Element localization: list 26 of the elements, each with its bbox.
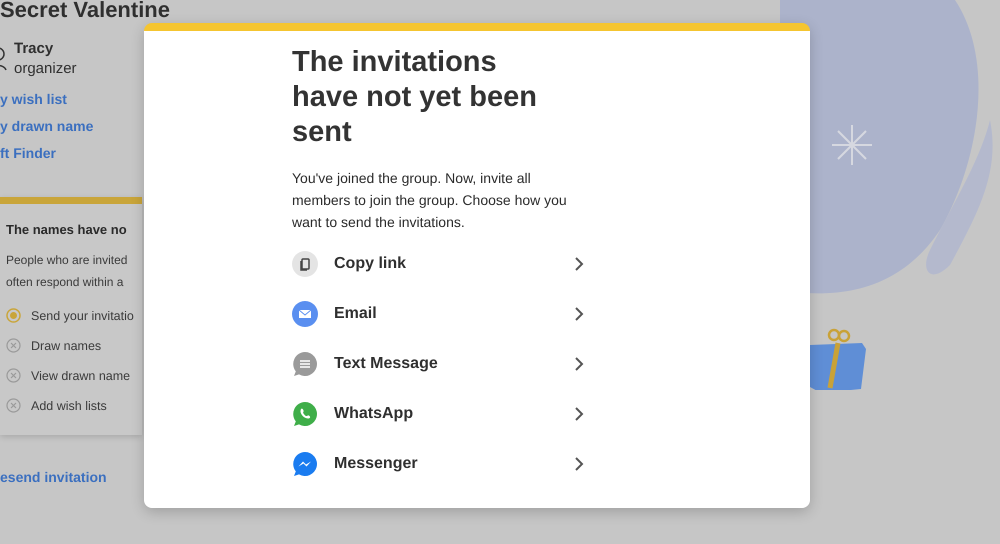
page-title: Secret Valentine: [0, 0, 170, 24]
step-label: Draw names: [31, 338, 102, 352]
chevron-right-icon: [574, 257, 584, 271]
chat-bubble-icon: [292, 351, 318, 377]
user-role: organizer: [14, 60, 77, 77]
dialog-text: You've joined the group. Now, invite all members to join the group. Choose how you want to send the invitations.: [292, 169, 568, 232]
card-title: The names have no: [6, 222, 128, 237]
share-option[interactable]: Text Message: [292, 339, 584, 389]
user-name: Tracy: [14, 40, 54, 57]
share-option[interactable]: Copy link: [292, 239, 584, 289]
step-label: Send your invitatio: [31, 308, 134, 322]
share-option[interactable]: WhatsApp: [292, 389, 584, 439]
copy-icon: [292, 251, 318, 277]
phone-bubble-icon: [292, 401, 318, 427]
card-text: People who are invited often respond within a: [6, 252, 128, 291]
envelope-icon: [292, 301, 318, 327]
chevron-right-icon: [574, 357, 584, 371]
step-label: View drawn name: [31, 368, 130, 382]
step-label: Add wish lists: [31, 398, 107, 412]
share-option[interactable]: Email: [292, 289, 584, 339]
chevron-right-icon: [574, 307, 584, 321]
lightning-bubble-icon: [292, 451, 318, 477]
chevron-right-icon: [574, 407, 584, 421]
dialog-title: The invitations have not yet been sent: [292, 45, 538, 150]
share-option[interactable]: Messenger: [292, 439, 584, 489]
chevron-right-icon: [574, 457, 584, 471]
